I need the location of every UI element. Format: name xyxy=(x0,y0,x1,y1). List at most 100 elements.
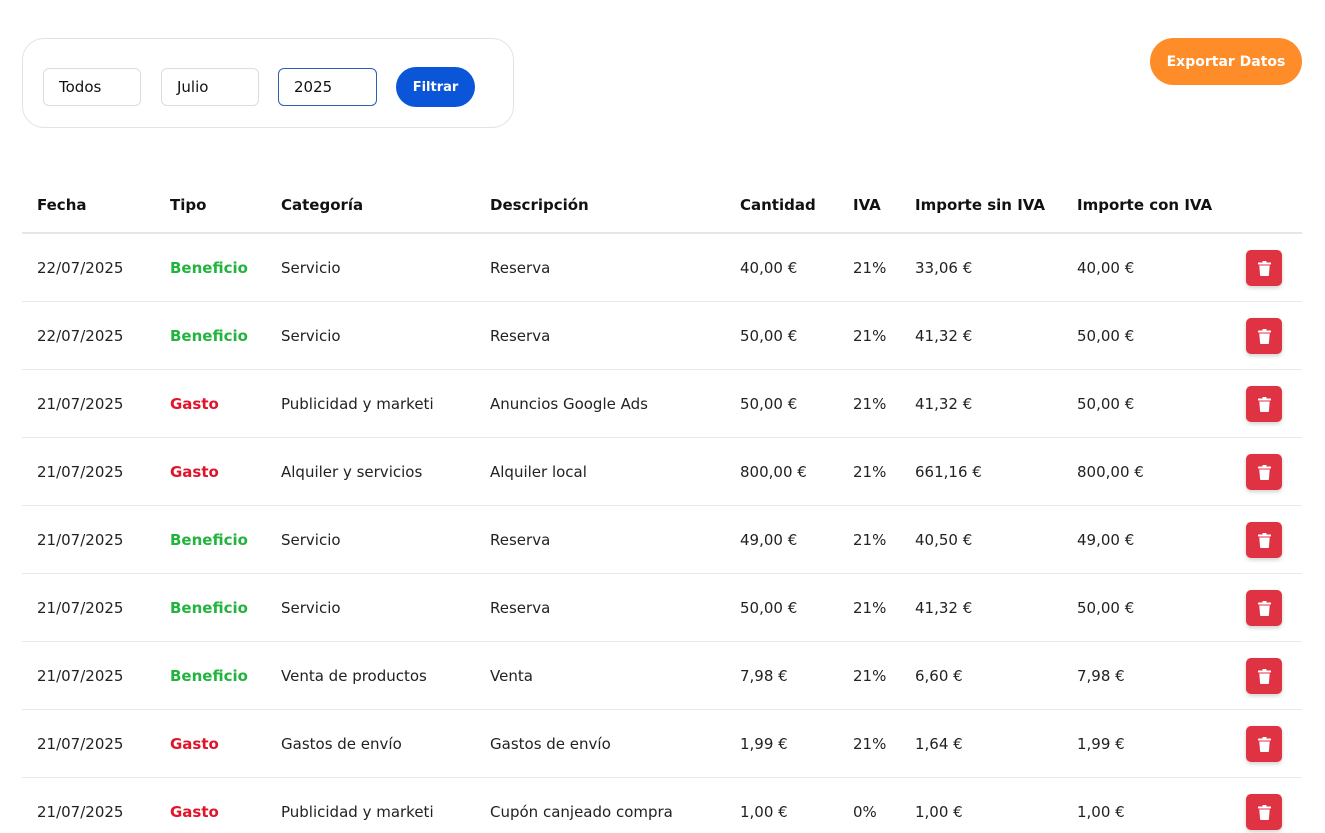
cell-fecha: 21/07/2025 xyxy=(37,531,124,549)
cell-categoria: Venta de productos xyxy=(281,667,427,685)
cell-descripcion: Reserva xyxy=(490,327,551,345)
table-body: 22/07/2025 Beneficio Servicio Reserva 40,00 … xyxy=(22,234,1302,833)
header-importe-con-iva: Importe con IVA xyxy=(1077,196,1213,214)
cell-categoria: Servicio xyxy=(281,531,341,549)
delete-button[interactable] xyxy=(1246,794,1282,830)
table-header: Fecha Tipo Categoría Descripción Cantida… xyxy=(22,172,1302,234)
trash-icon xyxy=(1257,736,1271,752)
cell-descripcion: Reserva xyxy=(490,259,551,277)
table-row: 21/07/2025 Beneficio Servicio Reserva 49,00 … xyxy=(22,506,1302,574)
cell-cantidad: 50,00 € xyxy=(740,395,798,413)
cell-descripcion: Reserva xyxy=(490,531,551,549)
cell-importe-con-iva: 50,00 € xyxy=(1077,599,1135,617)
cell-importe-sin-iva: 1,00 € xyxy=(915,803,963,821)
cell-cantidad: 1,99 € xyxy=(740,735,788,753)
cell-importe-con-iva: 49,00 € xyxy=(1077,531,1135,549)
delete-button[interactable] xyxy=(1246,250,1282,286)
header-iva: IVA xyxy=(853,196,881,214)
export-data-button[interactable]: Exportar Datos xyxy=(1150,38,1302,85)
delete-button[interactable] xyxy=(1246,726,1282,762)
cell-iva: 21% xyxy=(853,735,887,753)
table-row: 21/07/2025 Beneficio Servicio Reserva 50,00 … xyxy=(22,574,1302,642)
transactions-table: Fecha Tipo Categoría Descripción Cantida… xyxy=(22,172,1302,833)
cell-tipo: Beneficio xyxy=(170,327,248,345)
cell-iva: 21% xyxy=(853,395,887,413)
cell-tipo: Beneficio xyxy=(170,667,248,685)
delete-button[interactable] xyxy=(1246,386,1282,422)
cell-cantidad: 49,00 € xyxy=(740,531,798,549)
cell-tipo: Gasto xyxy=(170,463,219,481)
header-cantidad: Cantidad xyxy=(740,196,816,214)
cell-cantidad: 1,00 € xyxy=(740,803,788,821)
cell-fecha: 21/07/2025 xyxy=(37,735,124,753)
trash-icon xyxy=(1257,532,1271,548)
cell-fecha: 22/07/2025 xyxy=(37,327,124,345)
cell-categoria: Servicio xyxy=(281,327,341,345)
trash-icon xyxy=(1257,600,1271,616)
cell-tipo: Beneficio xyxy=(170,599,248,617)
trash-icon xyxy=(1257,396,1271,412)
cell-fecha: 21/07/2025 xyxy=(37,395,124,413)
cell-iva: 21% xyxy=(853,463,887,481)
cell-importe-sin-iva: 40,50 € xyxy=(915,531,973,549)
cell-iva: 0% xyxy=(853,803,877,821)
trash-icon xyxy=(1257,328,1271,344)
cell-categoria: Alquiler y servicios xyxy=(281,463,423,481)
cell-descripcion: Cupón canjeado compra xyxy=(490,803,673,821)
cell-descripcion: Alquiler local xyxy=(490,463,587,481)
header-importe-sin-iva: Importe sin IVA xyxy=(915,196,1045,214)
cell-importe-con-iva: 7,98 € xyxy=(1077,667,1125,685)
cell-cantidad: 800,00 € xyxy=(740,463,807,481)
mes-select[interactable]: Julio xyxy=(161,68,259,106)
cell-categoria: Gastos de envío xyxy=(281,735,402,753)
cell-cantidad: 50,00 € xyxy=(740,599,798,617)
cell-descripcion: Anuncios Google Ads xyxy=(490,395,648,413)
filter-panel: Todos Julio 2025 Filtrar xyxy=(22,38,514,128)
cell-importe-sin-iva: 1,64 € xyxy=(915,735,963,753)
cell-importe-con-iva: 800,00 € xyxy=(1077,463,1144,481)
cell-tipo: Gasto xyxy=(170,395,219,413)
table-row: 21/07/2025 Gasto Publicidad y marketi Cupón… xyxy=(22,778,1302,833)
table-row: 21/07/2025 Beneficio Venta de productos Ven… xyxy=(22,642,1302,710)
table-row: 21/07/2025 Gasto Publicidad y marketi Anunc… xyxy=(22,370,1302,438)
cell-categoria: Servicio xyxy=(281,599,341,617)
cell-importe-con-iva: 1,99 € xyxy=(1077,735,1125,753)
cell-fecha: 21/07/2025 xyxy=(37,599,124,617)
table-row: 22/07/2025 Beneficio Servicio Reserva 50,00 … xyxy=(22,302,1302,370)
cell-categoria: Servicio xyxy=(281,259,341,277)
cell-importe-con-iva: 50,00 € xyxy=(1077,327,1135,345)
header-descripcion: Descripción xyxy=(490,196,589,214)
cell-cantidad: 7,98 € xyxy=(740,667,788,685)
cell-descripcion: Venta xyxy=(490,667,533,685)
cell-cantidad: 50,00 € xyxy=(740,327,798,345)
trash-icon xyxy=(1257,464,1271,480)
filter-button[interactable]: Filtrar xyxy=(396,67,475,107)
cell-categoria: Publicidad y marketi xyxy=(281,395,434,413)
tipo-select[interactable]: Todos xyxy=(43,68,141,106)
cell-importe-sin-iva: 41,32 € xyxy=(915,327,973,345)
delete-button[interactable] xyxy=(1246,658,1282,694)
header-categoria: Categoría xyxy=(281,196,364,214)
delete-button[interactable] xyxy=(1246,522,1282,558)
cell-cantidad: 40,00 € xyxy=(740,259,798,277)
delete-button[interactable] xyxy=(1246,590,1282,626)
cell-importe-sin-iva: 661,16 € xyxy=(915,463,982,481)
cell-iva: 21% xyxy=(853,667,887,685)
cell-fecha: 21/07/2025 xyxy=(37,803,124,821)
trash-icon xyxy=(1257,260,1271,276)
cell-tipo: Gasto xyxy=(170,735,219,753)
cell-importe-con-iva: 50,00 € xyxy=(1077,395,1135,413)
cell-tipo: Gasto xyxy=(170,803,219,821)
cell-tipo: Beneficio xyxy=(170,259,248,277)
cell-iva: 21% xyxy=(853,531,887,549)
trash-icon xyxy=(1257,804,1271,820)
table-row: 21/07/2025 Gasto Alquiler y servicios Alqui… xyxy=(22,438,1302,506)
header-tipo: Tipo xyxy=(170,196,207,214)
anio-input[interactable]: 2025 xyxy=(278,68,377,106)
delete-button[interactable] xyxy=(1246,454,1282,490)
cell-descripcion: Reserva xyxy=(490,599,551,617)
delete-button[interactable] xyxy=(1246,318,1282,354)
cell-iva: 21% xyxy=(853,259,887,277)
cell-categoria: Publicidad y marketi xyxy=(281,803,434,821)
cell-iva: 21% xyxy=(853,327,887,345)
